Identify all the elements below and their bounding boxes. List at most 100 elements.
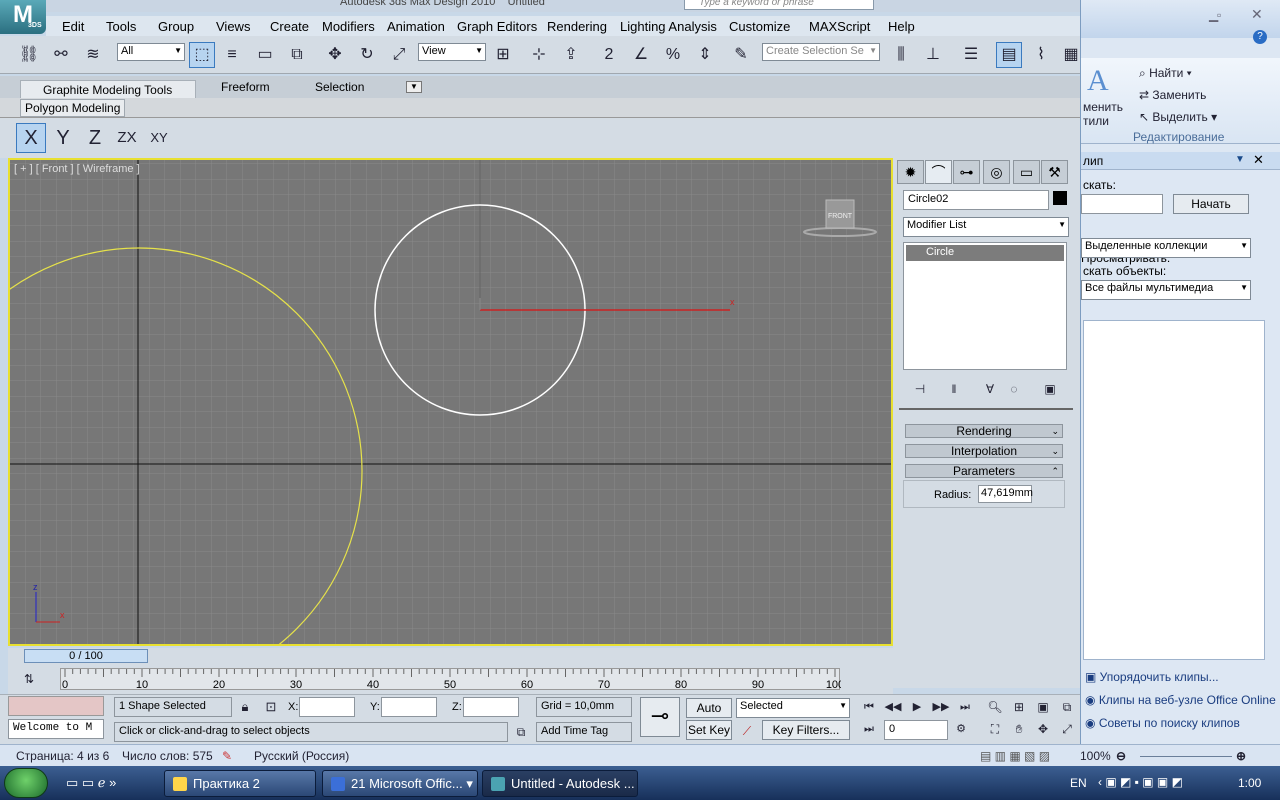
rotate-icon[interactable]: ↻ [354, 42, 380, 68]
manipulate-icon[interactable]: ⊹ [526, 42, 552, 68]
viewport-label[interactable]: [ + ] [ Front ] [ Wireframe ] [14, 163, 140, 175]
orbit-icon[interactable]: ✥ [1032, 719, 1054, 739]
mini-curve-editor-icon[interactable]: ⇅ [18, 668, 40, 690]
hierarchy-tab-icon[interactable]: ⊶ [953, 160, 980, 184]
help-search-input[interactable]: Type a keyword or phrase [684, 0, 874, 10]
word-count[interactable]: Число слов: 575 [122, 749, 213, 763]
menu-rendering[interactable]: Rendering [547, 19, 607, 34]
reference-coordinate-dropdown[interactable]: View [418, 43, 486, 61]
taskbar-item-practice[interactable]: Практика 2 [164, 770, 316, 797]
axis-x-button[interactable]: X [16, 123, 46, 153]
isolate-selection-icon[interactable]: ⧉ [510, 721, 532, 743]
organize-clips-link[interactable]: ▣ Упорядочить клипы... [1085, 670, 1219, 684]
time-configuration-icon[interactable]: ⚙ [950, 719, 972, 739]
previous-frame-icon[interactable]: ◀◀ [882, 697, 904, 717]
key-mode-toggle-icon[interactable]: ⏭ [858, 719, 880, 739]
view-buttons-icon[interactable]: ▤ ▥ ▦ ▧ ▨ [980, 749, 1050, 763]
object-name-field[interactable]: Circle02 [903, 190, 1049, 210]
media-types-dropdown[interactable]: Все файлы мультимедиа [1081, 280, 1251, 300]
input-language[interactable]: EN [1070, 776, 1087, 790]
menu-customize[interactable]: Customize [729, 19, 790, 34]
create-tab-icon[interactable]: ✹ [897, 160, 924, 184]
replace-button[interactable]: ⇄ Заменить [1139, 88, 1206, 102]
named-selection-dropdown[interactable]: Create Selection Se [762, 43, 880, 61]
pane-close-icon[interactable]: ✕ [1253, 152, 1264, 168]
default-tangent-icon[interactable]: ⟋ [736, 720, 758, 742]
ribbon-options-icon[interactable]: ▼ [406, 81, 422, 93]
help-icon[interactable]: ? [1253, 30, 1267, 44]
zoom-all-icon[interactable]: ⊞ [1008, 697, 1030, 717]
menu-graph-editors[interactable]: Graph Editors [457, 19, 537, 34]
tab-selection[interactable]: Selection [315, 80, 364, 94]
angle-snap-icon[interactable]: ∠ [628, 42, 654, 68]
menu-group[interactable]: Group [158, 19, 194, 34]
plane-xy-button[interactable]: XY [144, 123, 174, 153]
go-to-end-icon[interactable]: ⏭ [954, 697, 976, 717]
menu-maxscript[interactable]: MAXScript [809, 19, 870, 34]
proofing-icon[interactable]: ✎ [222, 749, 232, 763]
play-icon[interactable]: ▶ [906, 697, 928, 717]
tab-graphite-modeling-tools[interactable]: Graphite Modeling Tools [20, 80, 196, 100]
menu-modifiers[interactable]: Modifiers [322, 19, 375, 34]
spinner-snap-icon[interactable]: ⇕ [692, 42, 718, 68]
maxscript-mini-listener[interactable]: Welcome to M [8, 719, 104, 739]
pan-icon[interactable]: ✋︎ [1008, 719, 1030, 739]
next-frame-icon[interactable]: ▶▶ [930, 697, 952, 717]
radius-spinner[interactable]: 47,619mm [978, 485, 1033, 503]
object-color-swatch[interactable] [1053, 191, 1067, 205]
menu-animation[interactable]: Animation [387, 19, 445, 34]
zoom-extents-icon[interactable]: ▣ [1032, 697, 1054, 717]
go-to-start-icon[interactable]: ⏮ [858, 697, 880, 717]
modifier-list-dropdown[interactable]: Modifier List [903, 217, 1069, 237]
graphite-toggle-icon[interactable]: ▤ [996, 42, 1022, 68]
move-icon[interactable]: ✥ [322, 42, 348, 68]
tray-icons[interactable]: ‹ ▣ ◩ ▪ ▣ ▣ ◩ [1098, 775, 1183, 789]
select-button[interactable]: ↖ Выделить ▾ [1139, 110, 1217, 124]
select-object-icon[interactable]: ⬚ [189, 42, 215, 68]
close-icon[interactable]: ✕ [1251, 6, 1263, 23]
menu-views[interactable]: Views [216, 19, 250, 34]
app-logo[interactable]: M 3DS [0, 0, 46, 34]
utilities-tab-icon[interactable]: ⚒ [1041, 160, 1068, 184]
taskbar-item-word[interactable]: 21 Microsoft Offic... ▾ [322, 770, 478, 797]
browse-collections-dropdown[interactable]: Выделенные коллекции [1081, 238, 1251, 258]
track-bar[interactable]: 0 10 20 30 40 50 60 70 80 90 100 [60, 668, 841, 691]
key-mode-dropdown[interactable]: Selected [736, 698, 850, 718]
front-viewport[interactable]: x z x FRONT [ + ] [ Front ] [ Wireframe … [8, 158, 893, 646]
taskbar-item-3dsmax[interactable]: Untitled - Autodesk ... [482, 770, 638, 797]
zoom-slider[interactable] [1140, 756, 1232, 757]
scale-icon[interactable]: ⤢ [386, 42, 412, 68]
styles-icon[interactable]: A [1087, 64, 1109, 98]
clip-search-input[interactable] [1081, 194, 1163, 214]
menu-tools[interactable]: Tools [106, 19, 136, 34]
edit-named-selection-icon[interactable]: ✎ [728, 42, 754, 68]
polygon-modeling-tab[interactable]: Polygon Modeling [20, 99, 126, 117]
zoom-in-icon[interactable]: ⊕ [1236, 749, 1246, 763]
quicklaunch-icons[interactable]: ▭ ▭ ℯ » [66, 775, 116, 791]
page-counter[interactable]: Страница: 4 из 6 [16, 749, 109, 763]
display-tab-icon[interactable]: ▭ [1013, 160, 1040, 184]
add-time-tag[interactable]: Add Time Tag [536, 722, 632, 742]
office-online-link[interactable]: ◉ Клипы на веб-узле Office Online [1085, 693, 1276, 707]
restore-icon[interactable]: ▫ [1217, 8, 1221, 22]
configure-sets-icon[interactable]: ▣ [1037, 376, 1063, 402]
find-button[interactable]: ⌕ Найти ▾ [1139, 66, 1192, 81]
pane-menu-icon[interactable]: ▼ [1235, 154, 1245, 165]
zoom-level[interactable]: 100% [1080, 749, 1111, 763]
zoom-out-icon[interactable]: ⊖ [1116, 749, 1126, 763]
rect-selection-icon[interactable]: ▭ [252, 42, 278, 68]
rollout-rendering[interactable]: Rendering ⌄ [905, 424, 1063, 438]
rollout-interpolation[interactable]: Interpolation ⌄ [905, 444, 1063, 458]
maxscript-listener-top[interactable] [8, 696, 104, 716]
search-tips-link[interactable]: ◉ Советы по поиску клипов [1085, 716, 1240, 730]
pin-stack-icon[interactable]: ⊣ [907, 376, 933, 402]
menu-edit[interactable]: Edit [62, 19, 84, 34]
percent-snap-icon[interactable]: % [660, 42, 686, 68]
start-button[interactable] [4, 768, 48, 798]
motion-tab-icon[interactable]: ◎ [983, 160, 1010, 184]
align-icon[interactable]: ⊥ [920, 42, 946, 68]
make-unique-icon[interactable]: ∀ [977, 376, 1003, 402]
x-coord-field[interactable] [299, 697, 355, 717]
language-indicator[interactable]: Русский (Россия) [254, 749, 349, 763]
axis-y-button[interactable]: Y [48, 123, 78, 153]
